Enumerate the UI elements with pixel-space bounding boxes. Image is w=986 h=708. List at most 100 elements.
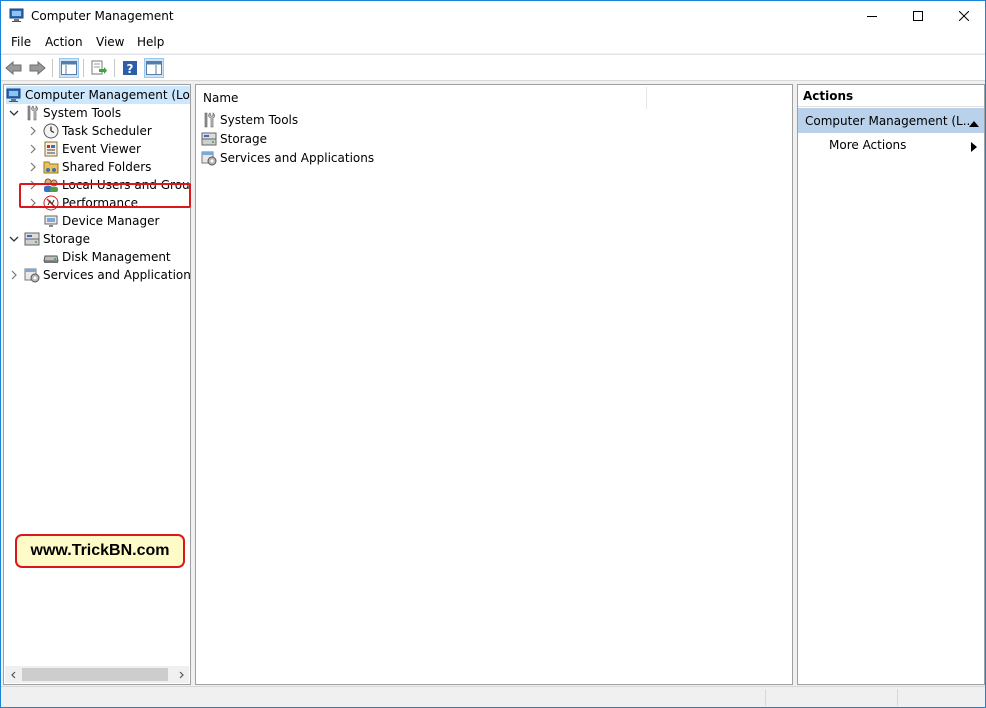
tree-item-storage[interactable]: Storage: [8, 230, 90, 248]
collapse-triangle-icon[interactable]: [969, 116, 979, 130]
scroll-right-button[interactable]: [172, 666, 189, 683]
actions-header: Actions: [798, 85, 984, 107]
menu-help[interactable]: Help: [137, 35, 164, 49]
tree-horizontal-scrollbar[interactable]: [5, 666, 189, 683]
menu-view[interactable]: View: [96, 35, 124, 49]
chevron-down-icon[interactable]: [8, 230, 20, 248]
list-item-label: Services and Applications: [220, 150, 375, 165]
tree-item-device-manager[interactable]: Device Manager: [27, 212, 159, 230]
chevron-right-icon[interactable]: [27, 158, 39, 176]
device-manager-icon: [43, 213, 59, 229]
tree-label: Shared Folders: [62, 160, 152, 174]
forward-button[interactable]: [27, 58, 47, 78]
tree-label: Task Scheduler: [62, 124, 152, 138]
storage-icon: [201, 131, 217, 147]
list-item-label: Storage: [220, 131, 267, 146]
column-header: Name: [196, 85, 792, 111]
title-bar[interactable]: Computer Management: [1, 1, 985, 31]
chevron-right-icon[interactable]: [8, 266, 20, 284]
maximize-icon: [913, 11, 923, 21]
tree-label: System Tools: [43, 106, 122, 120]
toolbar: ?: [1, 54, 985, 81]
computer-management-icon: [6, 87, 22, 103]
tree-item-task-scheduler[interactable]: Task Scheduler: [27, 122, 152, 140]
shared-folders-icon: [43, 159, 59, 175]
computer-management-window: Computer Management File Action View Hel…: [0, 0, 986, 708]
maximize-button[interactable]: [895, 1, 941, 31]
minimize-button[interactable]: [849, 1, 895, 31]
show-hide-action-pane-button[interactable]: [144, 58, 164, 78]
actions-section-label: Computer Management (L...: [805, 114, 975, 128]
no-expander: [27, 212, 39, 230]
minimize-icon: [867, 16, 877, 17]
highlight-annotation-box: [19, 183, 191, 208]
action-pane-icon: [146, 61, 162, 75]
close-button[interactable]: [941, 1, 986, 31]
console-tree-icon: [61, 61, 77, 75]
export-list-icon: [91, 60, 107, 75]
list-item-storage[interactable]: Storage: [201, 129, 267, 148]
actions-section-computer-management[interactable]: Computer Management (L...: [798, 108, 984, 133]
svg-text:?: ?: [127, 62, 134, 76]
show-hide-console-tree-button[interactable]: [59, 58, 79, 78]
chevron-right-icon[interactable]: [27, 140, 39, 158]
menu-action[interactable]: Action: [45, 35, 83, 49]
chevron-right-icon[interactable]: [27, 122, 39, 140]
no-expander: [27, 248, 39, 266]
help-icon: ?: [123, 61, 137, 76]
column-divider[interactable]: [646, 87, 647, 109]
toolbar-separator: [114, 59, 115, 77]
tree-label: Event Viewer: [62, 142, 141, 156]
tree-label: Disk Management: [62, 250, 171, 264]
chevron-right-icon: [179, 671, 184, 678]
tools-icon: [24, 105, 40, 121]
toolbar-separator: [52, 59, 53, 77]
computer-management-app-icon: [9, 8, 25, 23]
export-list-button[interactable]: [89, 58, 109, 78]
disk-icon: [43, 249, 59, 265]
list-item-system-tools[interactable]: System Tools: [201, 110, 298, 129]
results-pane[interactable]: Name System Tools Storage Services and A…: [195, 84, 793, 685]
help-button[interactable]: ?: [120, 58, 140, 78]
window-title: Computer Management: [31, 9, 174, 23]
event-viewer-icon: [43, 141, 59, 157]
back-arrow-icon: [5, 61, 22, 75]
list-item-label: System Tools: [220, 112, 299, 127]
actions-title: Actions: [803, 89, 854, 103]
tree-item-system-tools[interactable]: System Tools: [8, 104, 121, 122]
tree-item-event-viewer[interactable]: Event Viewer: [27, 140, 141, 158]
scroll-left-button[interactable]: [5, 666, 22, 683]
scrollbar-thumb[interactable]: [22, 668, 168, 681]
submenu-arrow-icon: [971, 141, 977, 155]
tree-root-computer-management[interactable]: Computer Management (Local: [6, 86, 191, 104]
status-divider: [765, 689, 766, 706]
tree-label: Storage: [43, 232, 90, 246]
chevron-left-icon: [10, 671, 15, 678]
forward-arrow-icon: [29, 61, 46, 75]
tree-label: Services and Applications: [43, 268, 191, 282]
tree-item-services-and-applications[interactable]: Services and Applications: [8, 266, 191, 284]
status-divider: [897, 689, 898, 706]
more-actions-item[interactable]: More Actions: [829, 138, 906, 152]
list-item-services-and-applications[interactable]: Services and Applications: [201, 148, 374, 167]
services-icon: [24, 267, 40, 283]
back-button[interactable]: [4, 58, 24, 78]
tree-item-disk-management[interactable]: Disk Management: [27, 248, 171, 266]
watermark-badge: www.TrickBN.com: [15, 534, 185, 568]
actions-pane: Actions Computer Management (L... More A…: [797, 84, 985, 685]
console-tree-pane[interactable]: Computer Management (Local System Tools …: [3, 84, 191, 685]
toolbar-separator: [83, 59, 84, 77]
storage-icon: [24, 231, 40, 247]
menu-bar: File Action View Help: [1, 31, 985, 53]
close-icon: [959, 11, 969, 21]
tools-icon: [201, 111, 217, 128]
column-header-name[interactable]: Name: [203, 91, 238, 105]
menu-file[interactable]: File: [11, 35, 31, 49]
status-bar: [1, 686, 985, 707]
chevron-down-icon[interactable]: [8, 104, 20, 122]
tree-label: Device Manager: [62, 214, 160, 228]
tree-root-label: Computer Management (Local: [25, 88, 191, 102]
clock-icon: [43, 123, 59, 139]
services-icon: [201, 150, 217, 166]
tree-item-shared-folders[interactable]: Shared Folders: [27, 158, 151, 176]
